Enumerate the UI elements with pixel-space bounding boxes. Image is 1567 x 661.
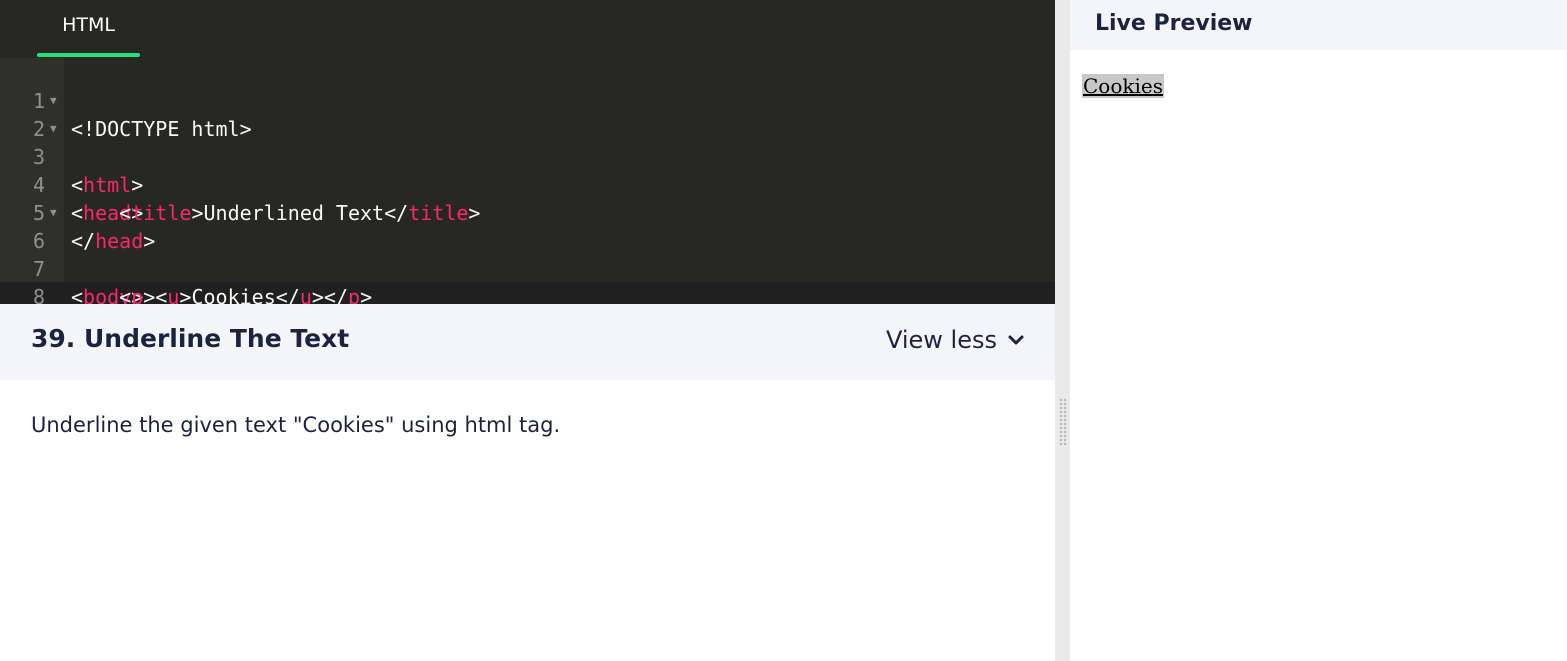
view-less-label: View less (885, 326, 997, 354)
code-line-7[interactable]: 7 <p><u>Cookies</u></p> (0, 227, 1055, 304)
code-line-4[interactable]: 4 <title>Underlined Text</title> (0, 143, 1055, 225)
code-line-6[interactable]: 6 ▼ <body> (0, 199, 1055, 304)
fold-arrow-icon[interactable]: ▼ (50, 87, 57, 115)
code-line-5[interactable]: 5 </head> (0, 171, 1055, 253)
drag-handle-icon[interactable] (1059, 398, 1067, 446)
code-line-8[interactable]: 8 </body> (0, 255, 1055, 304)
editor-tab-bar: HTML (0, 0, 1055, 58)
code-line-9[interactable]: 9 </html> (0, 283, 1055, 304)
code-line-3[interactable]: 3 ▼ <head> (0, 115, 1055, 225)
chevron-down-icon (1008, 335, 1024, 345)
fold-arrow-icon[interactable]: ▼ (50, 199, 57, 227)
panel-resize-splitter[interactable] (1055, 0, 1070, 661)
tab-html[interactable]: HTML (37, 0, 140, 58)
active-tab-indicator (37, 53, 140, 57)
preview-rendered-text: Cookies (1082, 74, 1164, 98)
question-header: 39. Underline The Text View less (0, 304, 1055, 380)
preview-header: Live Preview (1070, 0, 1567, 50)
preview-title: Live Preview (1095, 11, 1253, 36)
fold-arrow-icon[interactable]: ▼ (50, 115, 57, 143)
code-line-1[interactable]: 1 <!DOCTYPE html> (0, 59, 1055, 141)
preview-pane: Cookies (1070, 50, 1567, 661)
code-line-2[interactable]: 2 ▼ <html> (0, 87, 1055, 197)
question-description: Underline the given text "Cookies" using… (31, 413, 561, 437)
question-title: 39. Underline The Text (31, 324, 350, 353)
view-less-toggle[interactable]: View less (886, 326, 1025, 354)
code-editor[interactable]: HTML 1 <!DOCTYPE html> 2 ▼ <html> 3 ▼ <h… (0, 0, 1055, 304)
